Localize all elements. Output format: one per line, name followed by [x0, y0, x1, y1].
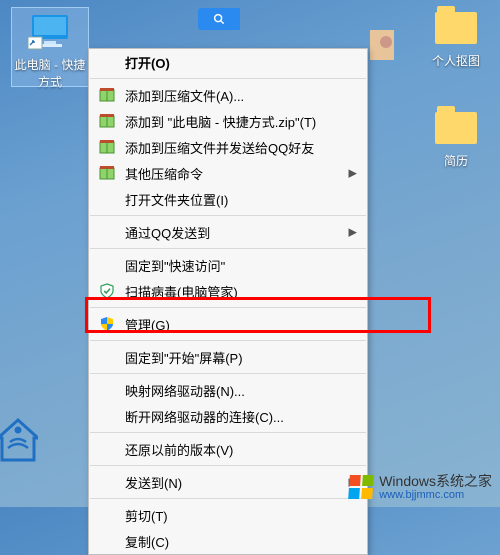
chevron-right-icon: ▶	[349, 226, 357, 239]
menu-label: 断开网络驱动器的连接(C)...	[125, 407, 284, 426]
menu-label: 发送到(N)	[125, 473, 182, 492]
menu-separator	[90, 498, 366, 499]
shield-check-icon	[97, 281, 117, 301]
watermark: Windows系统之家 www.bjjmmc.com	[349, 474, 492, 501]
menu-cut[interactable]: 剪切(T)	[89, 502, 367, 528]
archive-icon	[97, 163, 117, 183]
menu-label: 通过QQ发送到	[125, 223, 210, 242]
archive-icon	[97, 85, 117, 105]
menu-pin-start[interactable]: 固定到"开始"屏幕(P)	[89, 344, 367, 370]
menu-label: 固定到"开始"屏幕(P)	[125, 348, 243, 367]
menu-label: 添加到 "此电脑 - 快捷方式.zip"(T)	[125, 112, 316, 131]
menu-label: 扫描病毒(电脑管家)	[125, 282, 238, 301]
menu-label: 打开(O)	[125, 53, 170, 72]
menu-label: 还原以前的版本(V)	[125, 440, 233, 459]
menu-other-compress[interactable]: 其他压缩命令 ▶	[89, 160, 367, 186]
menu-label: 添加到压缩文件(A)...	[125, 86, 244, 105]
menu-scan-virus[interactable]: 扫描病毒(电脑管家)	[89, 278, 367, 304]
desktop-icon-this-pc-shortcut[interactable]: 此电脑 - 快捷方式	[12, 8, 88, 86]
menu-label: 其他压缩命令	[125, 164, 203, 183]
desktop-icon-label: 此电脑 - 快捷方式	[12, 56, 88, 90]
menu-add-archive[interactable]: 添加到压缩文件(A)...	[89, 82, 367, 108]
menu-label: 复制(C)	[125, 532, 169, 551]
menu-copy[interactable]: 复制(C)	[89, 528, 367, 554]
menu-add-send-qq[interactable]: 添加到压缩文件并发送给QQ好友	[89, 134, 367, 160]
archive-icon	[97, 111, 117, 131]
menu-label: 管理(G)	[125, 315, 170, 334]
windows-logo-icon	[348, 475, 374, 499]
chevron-right-icon: ▶	[349, 167, 357, 180]
menu-manage[interactable]: 管理(G)	[89, 311, 367, 337]
watermark-title: Windows系统之家	[379, 474, 492, 489]
menu-restore-versions[interactable]: 还原以前的版本(V)	[89, 436, 367, 462]
menu-separator	[90, 215, 366, 216]
menu-separator	[90, 340, 366, 341]
menu-map-drive[interactable]: 映射网络驱动器(N)...	[89, 377, 367, 403]
menu-open-file-location[interactable]: 打开文件夹位置(I)	[89, 186, 367, 212]
desktop-icon-resume[interactable]: 简历	[418, 108, 494, 169]
menu-send-via-qq[interactable]: 通过QQ发送到 ▶	[89, 219, 367, 245]
menu-label: 添加到压缩文件并发送给QQ好友	[125, 138, 314, 157]
watermark-url: www.bjjmmc.com	[379, 489, 492, 501]
menu-open[interactable]: 打开(O)	[89, 49, 367, 75]
context-menu: 打开(O) 添加到压缩文件(A)... 添加到 "此电脑 - 快捷方式.zip"…	[88, 48, 368, 555]
menu-disconnect-drive[interactable]: 断开网络驱动器的连接(C)...	[89, 403, 367, 429]
menu-label: 映射网络驱动器(N)...	[125, 381, 245, 400]
menu-label: 固定到"快速访问"	[125, 256, 225, 275]
archive-icon	[97, 137, 117, 157]
menu-separator	[90, 78, 366, 79]
desktop-icon-label: 个人抠图	[418, 52, 494, 69]
menu-label: 打开文件夹位置(I)	[125, 190, 228, 209]
menu-separator	[90, 465, 366, 466]
house-icon-fragment	[0, 414, 38, 469]
folder-icon	[432, 8, 480, 48]
menu-separator	[90, 248, 366, 249]
partial-icon-fragment	[370, 30, 394, 60]
menu-send-to[interactable]: 发送到(N) ▶	[89, 469, 367, 495]
desktop-icon-label: 简历	[418, 152, 494, 169]
menu-separator	[90, 307, 366, 308]
desktop-icon-personal-cutout[interactable]: 个人抠图	[418, 8, 494, 69]
folder-icon	[432, 108, 480, 148]
menu-separator	[90, 432, 366, 433]
this-pc-icon	[26, 12, 74, 52]
menu-add-archive-named[interactable]: 添加到 "此电脑 - 快捷方式.zip"(T)	[89, 108, 367, 134]
uac-shield-icon	[97, 314, 117, 334]
search-pill-fragment	[198, 8, 240, 30]
menu-label: 剪切(T)	[125, 506, 168, 525]
menu-pin-quick-access[interactable]: 固定到"快速访问"	[89, 252, 367, 278]
menu-separator	[90, 373, 366, 374]
